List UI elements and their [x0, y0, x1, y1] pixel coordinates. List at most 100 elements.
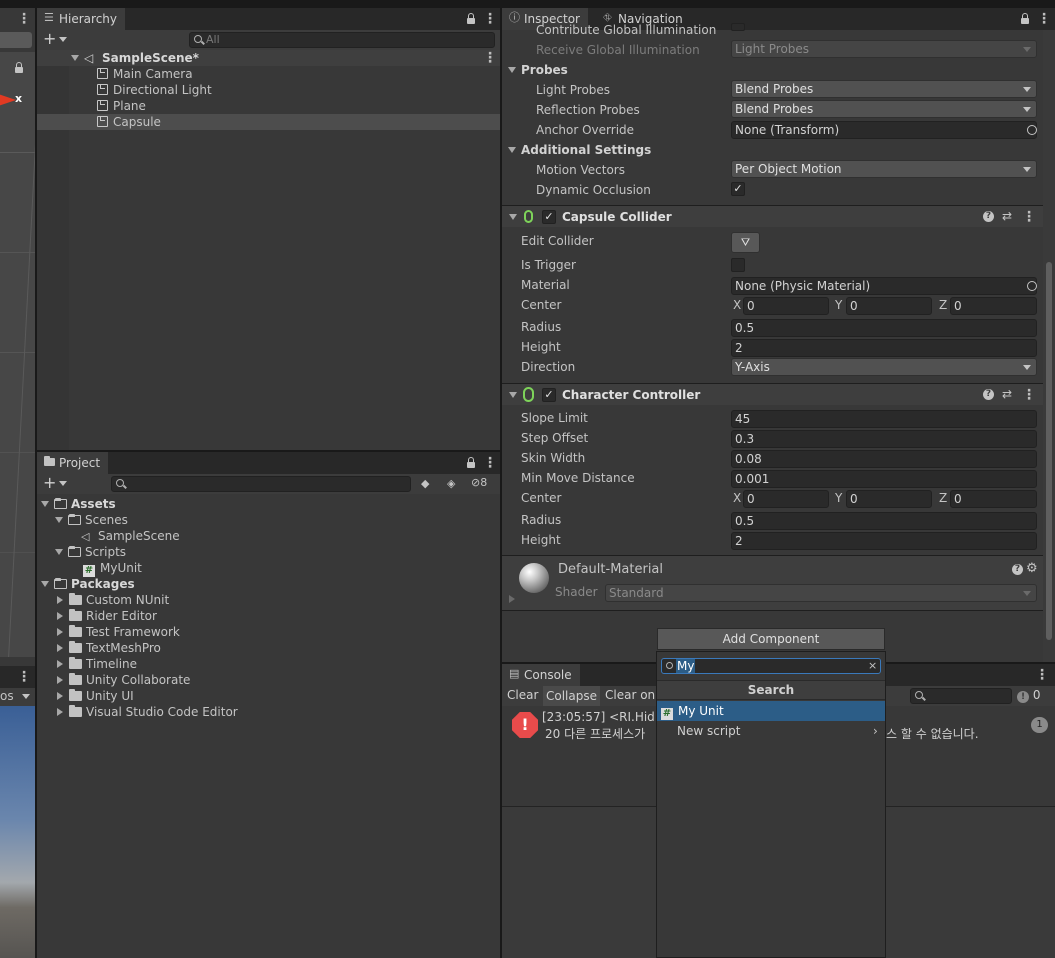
cc-center-x-field[interactable]: 0 [743, 490, 829, 508]
tree-item-package[interactable]: Visual Studio Code Editor [57, 704, 238, 720]
inspector-lock-icon[interactable] [1020, 13, 1030, 25]
tree-item-myunit[interactable]: # MyUnit [83, 560, 142, 577]
presets-icon[interactable]: ⇄ [1002, 209, 1012, 223]
tree-item-package[interactable]: Custom NUnit [57, 592, 169, 608]
contribute-gi-checkbox[interactable] [731, 23, 745, 31]
collapse-arrow-icon[interactable] [57, 612, 63, 620]
help-icon[interactable]: ? [983, 389, 994, 400]
collapse-arrow-icon[interactable] [57, 628, 63, 636]
collapse-arrow-icon[interactable] [57, 692, 63, 700]
result-item-selected[interactable]: # My Unit [657, 701, 885, 721]
min-move-distance-field[interactable]: 0.001 [731, 470, 1037, 488]
tab-hierarchy[interactable]: ☰ Hierarchy [37, 8, 126, 30]
project-menu-icon[interactable]: ⋮ [483, 456, 497, 470]
direction-dropdown[interactable]: Y-Axis [731, 358, 1037, 376]
clear-on-play-button[interactable]: Clear on [605, 688, 655, 702]
dynamic-occlusion-checkbox[interactable]: ✓ [731, 182, 745, 196]
is-trigger-checkbox[interactable] [731, 258, 745, 272]
height-field[interactable]: 2 [731, 339, 1037, 357]
tree-item-samplescene[interactable]: ◁ SampleScene [81, 528, 180, 544]
hierarchy-item[interactable]: Plane [97, 98, 146, 114]
tree-item-packages[interactable]: Packages [41, 576, 135, 592]
game-menu-icon[interactable]: ⋮ [17, 670, 31, 684]
capsule-collider-enabled-checkbox[interactable]: ✓ [542, 210, 556, 224]
anchor-override-field[interactable]: None (Transform) [731, 121, 1037, 139]
console-menu-icon[interactable]: ⋮ [1035, 668, 1049, 682]
add-component-button[interactable]: Add Component [657, 628, 885, 650]
collapse-arrow-icon[interactable] [57, 708, 63, 716]
probes-section-header[interactable]: Probes [508, 60, 568, 80]
collapse-arrow-icon[interactable] [57, 660, 63, 668]
receive-gi-dropdown[interactable]: Light Probes [731, 40, 1037, 58]
hidden-packages-icon[interactable]: ⊘8 [471, 476, 487, 489]
light-probes-dropdown[interactable]: Blend Probes [731, 80, 1037, 98]
component-menu-icon[interactable]: ⋮ [1022, 210, 1036, 224]
foldout-arrow-icon[interactable] [509, 392, 517, 398]
tree-item-scenes[interactable]: Scenes [55, 512, 128, 528]
scene-lock-icon[interactable] [14, 62, 24, 74]
expand-arrow-icon[interactable] [41, 581, 49, 587]
capsule-collider-header[interactable]: ✓ Capsule Collider ? ⇄ ⋮ [502, 205, 1043, 227]
cc-height-field[interactable]: 2 [731, 532, 1037, 550]
axis-gizmo-x[interactable] [0, 94, 16, 106]
scene-toolbar-field[interactable] [0, 32, 32, 48]
center-x-field[interactable]: 0 [743, 297, 829, 315]
chevron-down-icon[interactable] [59, 37, 67, 42]
motion-vectors-dropdown[interactable]: Per Object Motion [731, 160, 1037, 178]
reflection-probes-dropdown[interactable]: Blend Probes [731, 100, 1037, 118]
filter-label-icon[interactable]: ◈ [447, 477, 459, 490]
project-lock-icon[interactable] [466, 457, 476, 469]
gizmos-label[interactable]: os [0, 689, 14, 703]
expand-arrow-icon[interactable] [71, 55, 79, 61]
additional-settings-header[interactable]: Additional Settings [508, 140, 651, 160]
error-filter-button[interactable]: ! 0 [1017, 688, 1040, 703]
hierarchy-item-selected[interactable]: Capsule [97, 114, 161, 130]
collapse-button[interactable]: Collapse [543, 686, 600, 706]
create-asset-button[interactable]: + [43, 474, 56, 492]
scene-row[interactable]: ◁ SampleScene* ⋮ [37, 50, 500, 66]
hierarchy-item[interactable]: Main Camera [97, 66, 193, 82]
hierarchy-search-input[interactable]: All [189, 32, 495, 48]
console-search-input[interactable] [910, 688, 1012, 704]
slope-limit-field[interactable]: 45 [731, 410, 1037, 428]
skin-width-field[interactable]: 0.08 [731, 450, 1037, 468]
tree-item-package[interactable]: Rider Editor [57, 608, 157, 624]
expand-arrow-icon[interactable] [508, 147, 516, 153]
gear-icon[interactable]: ⚙ [1026, 561, 1038, 576]
material-foldout-icon[interactable] [509, 595, 515, 603]
clear-button[interactable]: Clear [507, 688, 538, 702]
tab-console[interactable]: ▤ Console [502, 664, 580, 686]
material-field[interactable]: None (Physic Material) [731, 277, 1037, 295]
cc-center-z-field[interactable]: 0 [950, 490, 1037, 508]
tree-item-package[interactable]: Unity UI [57, 688, 134, 704]
help-icon[interactable]: ? [1012, 564, 1023, 575]
object-picker-icon[interactable] [1027, 125, 1037, 135]
center-z-field[interactable]: 0 [950, 297, 1037, 315]
tree-item-package[interactable]: TextMeshPro [57, 640, 161, 656]
hierarchy-item[interactable]: Directional Light [97, 82, 212, 98]
tree-item-package[interactable]: Timeline [57, 656, 137, 672]
tree-item-assets[interactable]: Assets [41, 496, 116, 512]
edit-collider-button[interactable]: ⛛ [731, 232, 760, 253]
cc-center-y-field[interactable]: 0 [846, 490, 932, 508]
tree-item-scripts[interactable]: Scripts [55, 544, 126, 560]
cc-radius-field[interactable]: 0.5 [731, 512, 1037, 530]
expand-arrow-icon[interactable] [55, 517, 63, 523]
collapse-arrow-icon[interactable] [57, 596, 63, 604]
clear-search-icon[interactable]: × [868, 659, 877, 673]
scene-menu-icon[interactable]: ⋮ [17, 12, 31, 26]
chevron-down-icon[interactable] [59, 481, 67, 486]
scrollbar-thumb[interactable] [1046, 262, 1052, 640]
tab-project[interactable]: Project [37, 452, 109, 474]
tree-item-package[interactable]: Test Framework [57, 624, 180, 640]
component-menu-icon[interactable]: ⋮ [1022, 388, 1036, 402]
expand-arrow-icon[interactable] [41, 501, 49, 507]
shader-dropdown[interactable]: Standard [605, 584, 1037, 602]
filter-type-icon[interactable]: ◆ [421, 477, 433, 490]
hierarchy-lock-icon[interactable] [466, 13, 476, 25]
help-icon[interactable]: ? [983, 211, 994, 222]
center-y-field[interactable]: 0 [846, 297, 932, 315]
chevron-down-icon[interactable] [22, 694, 30, 699]
inspector-menu-icon[interactable]: ⋮ [1037, 12, 1051, 26]
add-object-button[interactable]: + [43, 30, 56, 48]
